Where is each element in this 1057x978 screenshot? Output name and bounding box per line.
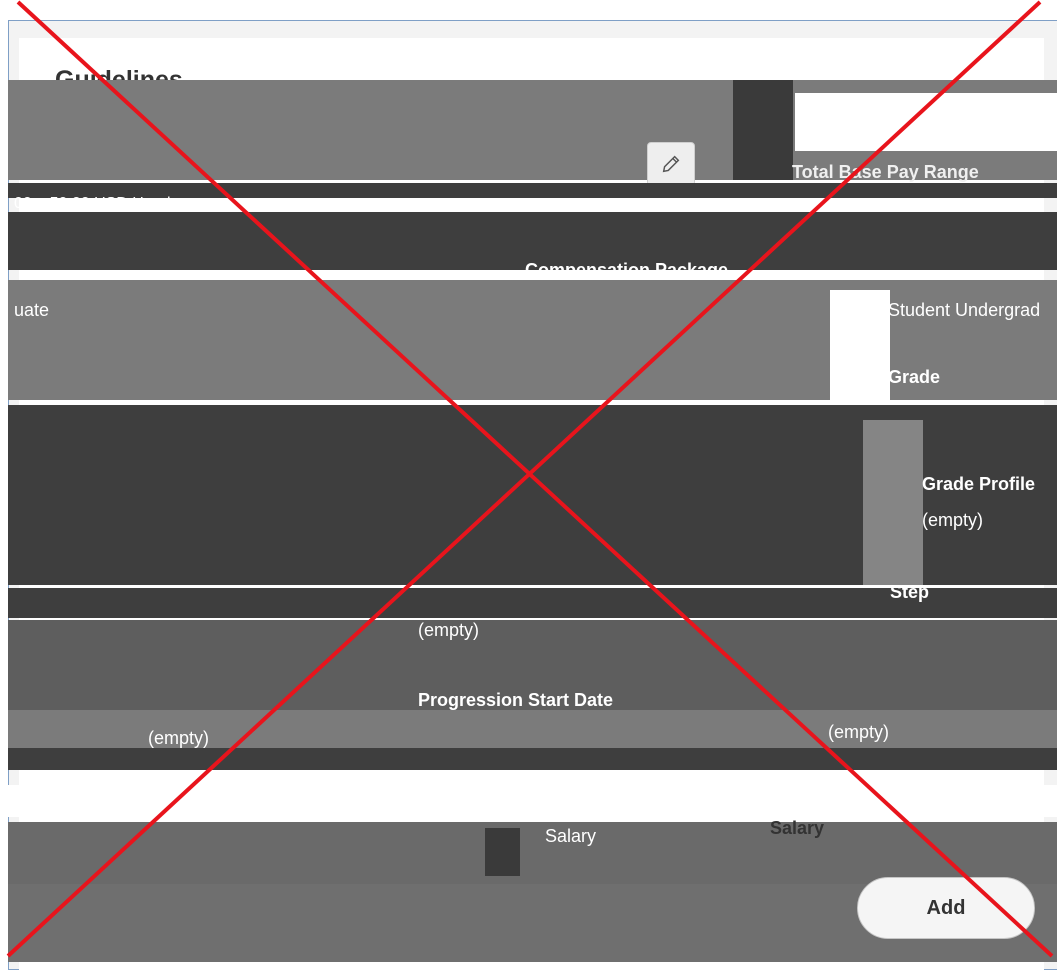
add-button[interactable]: Add xyxy=(857,877,1035,939)
compensation-package-label: Compensation Package xyxy=(525,260,729,280)
salary-row xyxy=(8,822,1057,884)
progression-right-value: (empty) xyxy=(828,722,890,742)
grade-divider xyxy=(830,290,890,400)
grade-profile-label: Grade Profile xyxy=(922,474,1036,494)
grade-profile-value: (empty) xyxy=(922,510,984,530)
compensation-package-value: uate xyxy=(14,300,50,320)
pencil-icon xyxy=(662,155,680,173)
step-label: Step xyxy=(890,582,930,602)
grade-value: Student Undergrad xyxy=(888,300,1041,320)
step-value: (empty) xyxy=(418,620,480,640)
grade-label: Grade xyxy=(888,367,941,387)
salary-label-right: Salary xyxy=(770,818,825,838)
total-base-pay-range-value: 00 – 50.00 USD Hourly xyxy=(14,195,179,212)
edit-button[interactable] xyxy=(647,142,695,186)
salary-label: Salary xyxy=(545,826,597,846)
salary-right-white xyxy=(432,785,1057,817)
progression-start-date-label: Progression Start Date xyxy=(418,690,614,710)
total-base-pay-range-label: Total Base Pay Range xyxy=(792,162,979,182)
salary-divider xyxy=(485,828,520,876)
salary-left-white xyxy=(8,785,408,817)
grade-profile-divider xyxy=(863,420,923,585)
band-separator xyxy=(8,748,1057,770)
progression-start-date-value: (empty) xyxy=(148,728,210,748)
header-white-area xyxy=(795,93,1057,151)
header-divider xyxy=(733,80,793,180)
